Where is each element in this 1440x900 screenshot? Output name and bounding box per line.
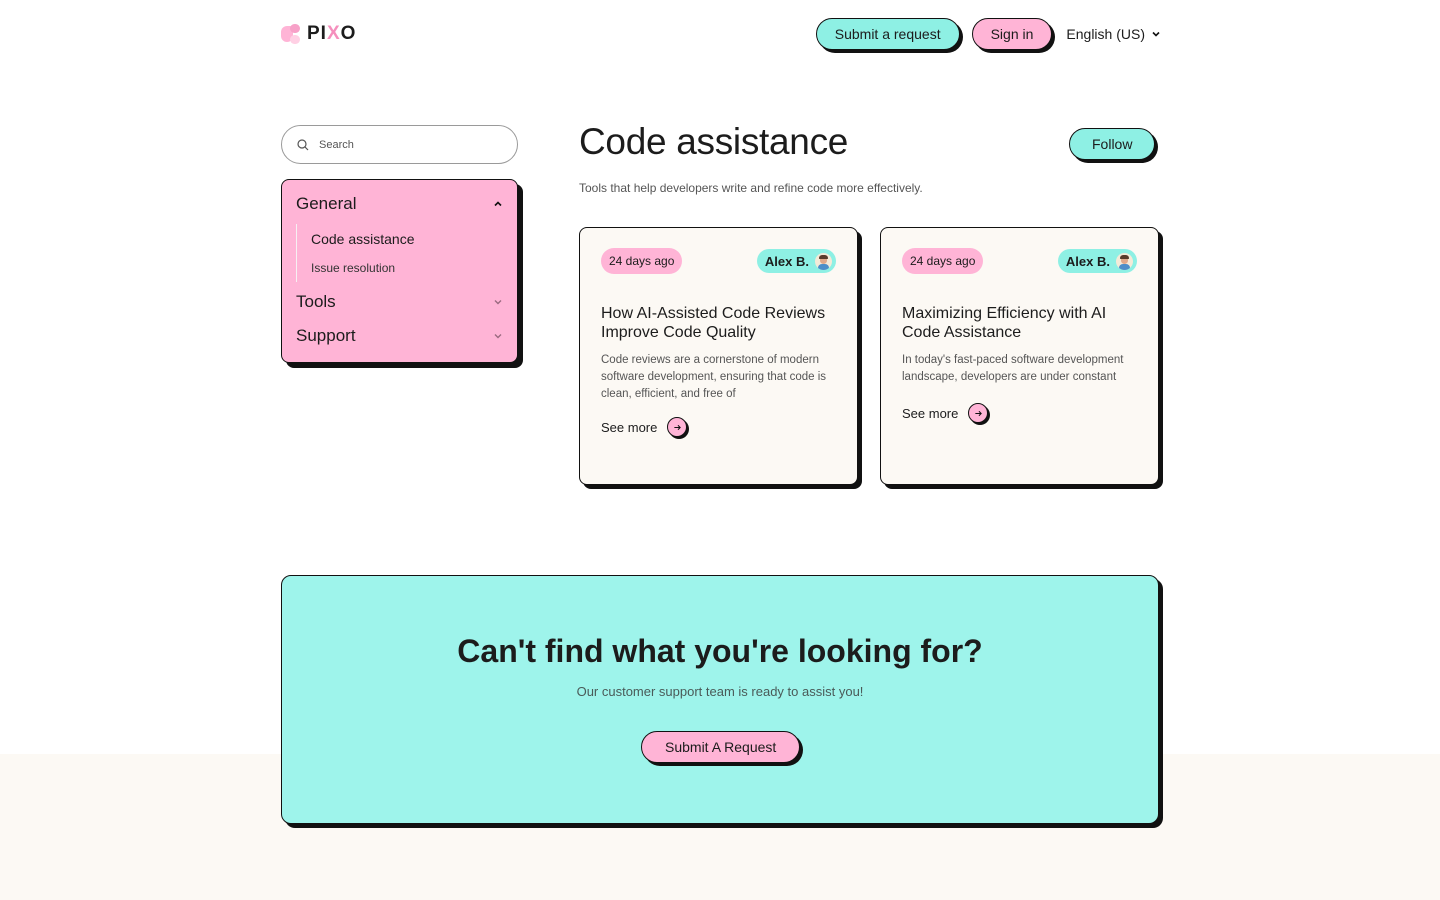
article-title[interactable]: Maximizing Efficiency with AI Code Assis… bbox=[902, 304, 1137, 342]
arrow-right-icon[interactable] bbox=[667, 417, 688, 437]
nav-item-code-assistance[interactable]: Code assistance bbox=[311, 224, 503, 253]
follow-button[interactable]: Follow bbox=[1069, 128, 1156, 160]
logo-icon bbox=[281, 24, 301, 44]
sign-in-button[interactable]: Sign in bbox=[971, 18, 1053, 50]
language-label: English (US) bbox=[1066, 26, 1145, 42]
chevron-down-icon bbox=[494, 300, 502, 305]
see-more-label: See more bbox=[902, 405, 959, 421]
nav-item-issue-resolution[interactable]: Issue resolution bbox=[311, 253, 503, 282]
chevron-down-icon bbox=[494, 334, 502, 339]
article-title[interactable]: How AI-Assisted Code Reviews Improve Cod… bbox=[601, 304, 836, 342]
chevron-down-icon bbox=[1152, 31, 1160, 37]
author-badge: Alex B. bbox=[756, 249, 836, 273]
arrow-right-icon[interactable] bbox=[968, 403, 989, 423]
chevron-up-icon bbox=[494, 201, 502, 207]
logo-text: PIXO bbox=[307, 23, 357, 44]
page-description: Tools that help developers write and ref… bbox=[579, 181, 923, 195]
nav-section-tools[interactable]: Tools bbox=[296, 290, 503, 314]
author-name: Alex B. bbox=[764, 253, 809, 269]
language-selector[interactable]: English (US) bbox=[1066, 26, 1161, 42]
nav-section-label: Support bbox=[296, 326, 356, 345]
support-cta: Can't find what you're looking for? Our … bbox=[281, 575, 1159, 824]
see-more-link[interactable]: See more bbox=[902, 403, 1137, 423]
avatar bbox=[815, 252, 832, 270]
see-more-link[interactable]: See more bbox=[601, 417, 836, 437]
article-card[interactable]: 24 days ago Alex B. How AI-Assisted Code… bbox=[579, 227, 858, 485]
search-input[interactable] bbox=[319, 138, 479, 151]
search-icon bbox=[297, 138, 309, 150]
submit-a-request-button[interactable]: Submit A Request bbox=[641, 731, 801, 763]
author-name: Alex B. bbox=[1065, 253, 1110, 269]
nav-section-general[interactable]: General bbox=[296, 192, 503, 216]
date-badge: 24 days ago bbox=[902, 248, 984, 274]
nav-section-label: Tools bbox=[296, 292, 336, 311]
article-excerpt: In today's fast-paced software developme… bbox=[902, 354, 1124, 383]
cta-subtitle: Our customer support team is ready to as… bbox=[576, 684, 864, 699]
category-nav: General Code assistance Issue resolution… bbox=[281, 179, 518, 363]
author-badge: Alex B. bbox=[1057, 249, 1137, 273]
submit-request-button[interactable]: Submit a request bbox=[815, 18, 960, 50]
site-header: PIXO Submit a request Sign in English (U… bbox=[281, 14, 1161, 54]
nav-section-support[interactable]: Support bbox=[296, 324, 503, 348]
article-card[interactable]: 24 days ago Alex B. Maximizing Efficienc… bbox=[880, 227, 1159, 485]
nav-sublist: Code assistance Issue resolution bbox=[296, 224, 503, 282]
page-title: Code assistance bbox=[579, 121, 849, 162]
article-excerpt: Code reviews are a cornerstone of modern… bbox=[601, 354, 827, 400]
date-badge: 24 days ago bbox=[601, 248, 683, 274]
logo[interactable]: PIXO bbox=[281, 23, 356, 45]
nav-section-label: General bbox=[296, 194, 357, 213]
avatar bbox=[1116, 252, 1133, 270]
cta-title: Can't find what you're looking for? bbox=[457, 633, 983, 669]
search-box[interactable] bbox=[281, 125, 518, 164]
see-more-label: See more bbox=[601, 419, 658, 435]
